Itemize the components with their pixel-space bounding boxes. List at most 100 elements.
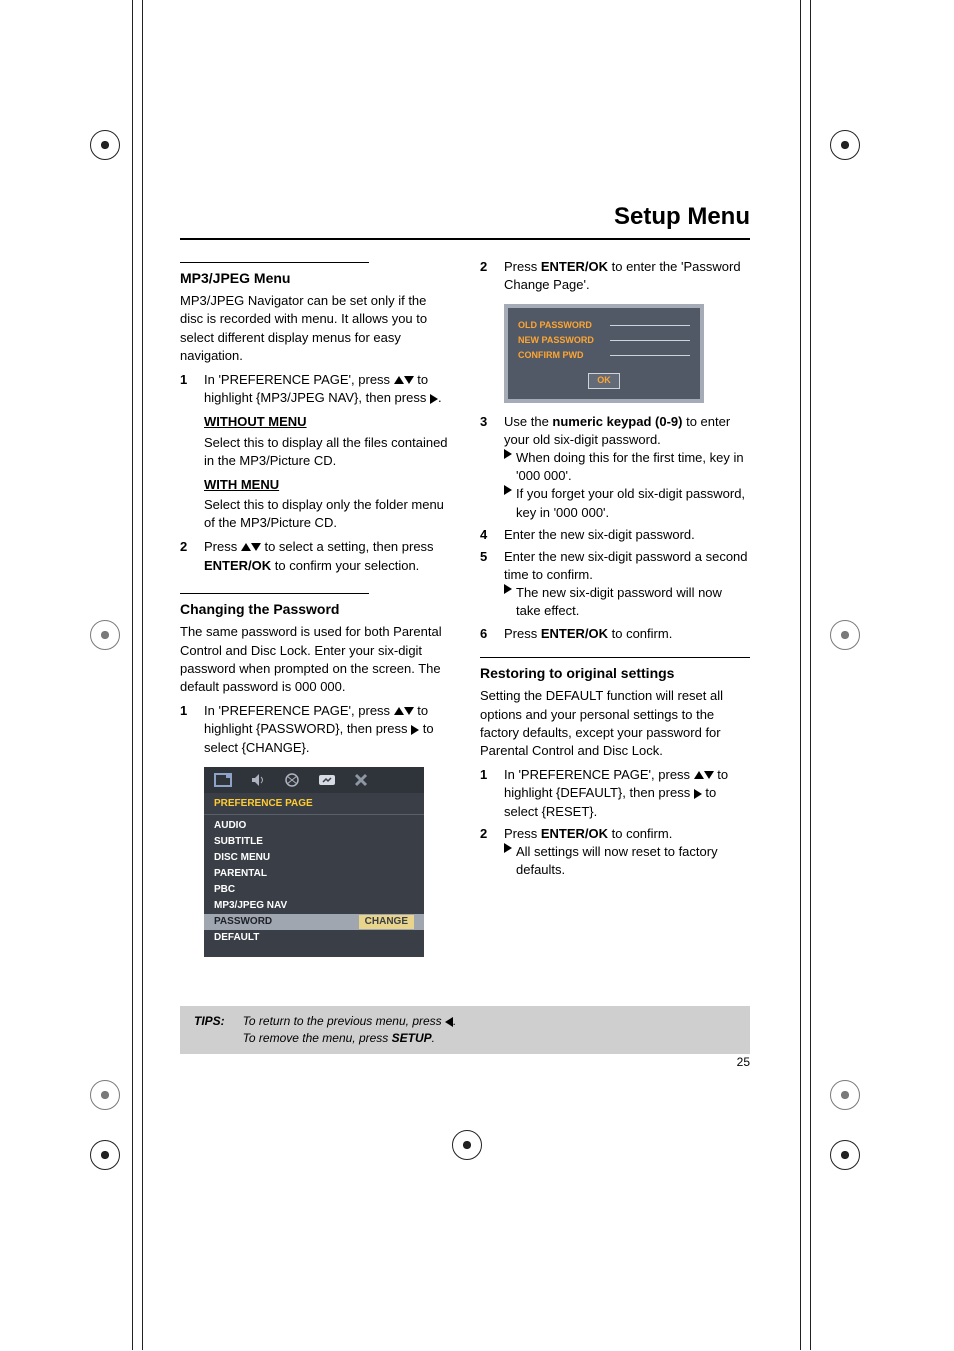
- text-bold: ENTER/OK: [204, 558, 271, 573]
- text: Press: [204, 539, 241, 554]
- ok-button: OK: [588, 373, 620, 389]
- step-6-pw: 6 Press ENTER/OK to confirm.: [480, 625, 750, 643]
- with-menu-heading: WITH MENU: [204, 476, 450, 494]
- tips-bar: TIPS: To return to the previous menu, pr…: [180, 1006, 750, 1054]
- step-5-pw: 5 Enter the new six-digit password a sec…: [480, 548, 750, 621]
- step-number: 6: [480, 625, 494, 643]
- right-arrow-icon: [504, 485, 512, 495]
- registration-mark-icon: [830, 1080, 860, 1110]
- registration-mark-icon: [90, 130, 120, 160]
- step-2-pw: 2 Press ENTER/OK to enter the 'Password …: [480, 258, 750, 294]
- text-bold: numeric keypad (0-9): [552, 414, 682, 429]
- osd-title: PREFERENCE PAGE: [204, 793, 424, 815]
- registration-mark-icon: [90, 1080, 120, 1110]
- step-text: Press ENTER/OK to enter the 'Password Ch…: [504, 258, 750, 294]
- text: to confirm your selection.: [271, 558, 419, 573]
- text: Enter the new six-digit password a secon…: [504, 549, 748, 582]
- down-arrow-icon: [704, 771, 714, 779]
- left-arrow-icon: [445, 1017, 453, 1027]
- video-icon: [284, 773, 300, 787]
- confirm-password-row: CONFIRM PWD: [518, 348, 690, 363]
- text-bold: ENTER/OK: [541, 826, 608, 841]
- step-number: 2: [480, 258, 494, 294]
- osd-row-selected: PASSWORDCHANGE: [204, 914, 424, 930]
- password-change-dialog: OLD PASSWORD NEW PASSWORD CONFIRM PWD OK: [504, 304, 704, 403]
- right-arrow-icon: [430, 394, 438, 404]
- step-text: In 'PREFERENCE PAGE', press to highlight…: [504, 766, 750, 821]
- with-menu-text: Select this to display only the folder m…: [204, 496, 450, 532]
- registration-mark-icon: [90, 620, 120, 650]
- down-arrow-icon: [404, 707, 414, 715]
- registration-mark-icon: [830, 1140, 860, 1170]
- text: All settings will now reset to factory d…: [516, 843, 750, 879]
- osd-row: AUDIO: [204, 818, 424, 834]
- text: Press: [504, 259, 541, 274]
- up-arrow-icon: [394, 707, 404, 715]
- text-bold: ENTER/OK: [541, 259, 608, 274]
- crop-line: [800, 0, 801, 1350]
- text: to confirm.: [608, 626, 672, 641]
- step-number: 4: [480, 526, 494, 544]
- restoring-intro: Setting the DEFAULT function will reset …: [480, 687, 750, 760]
- osd-list: AUDIO SUBTITLE DISC MENU PARENTAL PBC MP…: [204, 815, 424, 949]
- text: to confirm.: [608, 826, 672, 841]
- text: Press: [504, 626, 541, 641]
- text: In 'PREFERENCE PAGE', press: [504, 767, 694, 782]
- step-text: Press ENTER/OK to confirm. All settings …: [504, 825, 750, 880]
- step-text: Use the numeric keypad (0-9) to enter yo…: [504, 413, 750, 522]
- step-number: 1: [180, 702, 194, 757]
- bullet: All settings will now reset to factory d…: [504, 843, 750, 879]
- step-1: 1 In 'PREFERENCE PAGE', press to highlig…: [180, 371, 450, 407]
- text: .: [438, 390, 442, 405]
- step-2-restore: 2 Press ENTER/OK to confirm. All setting…: [480, 825, 750, 880]
- page-content: Setup Menu MP3/JPEG Menu MP3/JPEG Naviga…: [180, 200, 750, 967]
- close-icon: [354, 773, 368, 787]
- step-text: Press ENTER/OK to confirm.: [504, 625, 750, 643]
- right-column: 2 Press ENTER/OK to enter the 'Password …: [480, 254, 750, 967]
- general-icon: [214, 773, 232, 787]
- right-arrow-icon: [504, 584, 512, 594]
- page-title: Setup Menu: [180, 200, 750, 240]
- step-number: 3: [480, 413, 494, 522]
- text: .: [432, 1031, 435, 1045]
- down-arrow-icon: [251, 543, 261, 551]
- tips-line-1: To return to the previous menu, press .: [243, 1013, 457, 1030]
- osd-row: DEFAULT: [204, 930, 424, 946]
- step-4-pw: 4 Enter the new six-digit password.: [480, 526, 750, 544]
- text: to select a setting, then press: [261, 539, 434, 554]
- right-arrow-icon: [694, 789, 702, 799]
- without-menu-text: Select this to display all the files con…: [204, 434, 450, 470]
- osd-row: MP3/JPEG NAV: [204, 898, 424, 914]
- step-1-restore: 1 In 'PREFERENCE PAGE', press to highlig…: [480, 766, 750, 821]
- up-arrow-icon: [694, 771, 704, 779]
- page-number: 25: [180, 1054, 750, 1071]
- tips-line-2: To remove the menu, press SETUP.: [243, 1030, 457, 1047]
- step-1-pw: 1 In 'PREFERENCE PAGE', press to highlig…: [180, 702, 450, 757]
- ok-button-row: OK: [518, 373, 690, 389]
- crop-line: [142, 0, 143, 1350]
- registration-mark-icon: [452, 1130, 474, 1152]
- mp3-jpeg-intro: MP3/JPEG Navigator can be set only if th…: [180, 292, 450, 365]
- text: In 'PREFERENCE PAGE', press: [204, 703, 394, 718]
- bullet: The new six-digit password will now take…: [504, 584, 750, 620]
- step-number: 5: [480, 548, 494, 621]
- old-password-row: OLD PASSWORD: [518, 318, 690, 333]
- crop-line: [132, 0, 133, 1350]
- crop-line: [810, 0, 811, 1350]
- step-2: 2 Press to select a setting, then press …: [180, 538, 450, 574]
- left-column: MP3/JPEG Menu MP3/JPEG Navigator can be …: [180, 254, 450, 967]
- preference-page-osd: PREFERENCE PAGE AUDIO SUBTITLE DISC MENU…: [204, 767, 424, 957]
- text: To remove the menu, press: [243, 1031, 392, 1045]
- text-bold: SETUP: [392, 1031, 432, 1045]
- step-text: Enter the new six-digit password a secon…: [504, 548, 750, 621]
- text: Press: [504, 826, 541, 841]
- down-arrow-icon: [404, 376, 414, 384]
- up-arrow-icon: [241, 543, 251, 551]
- step-number: 2: [180, 538, 194, 574]
- audio-icon: [250, 773, 266, 787]
- right-arrow-icon: [504, 449, 512, 459]
- osd-row: PBC: [204, 882, 424, 898]
- right-arrow-icon: [411, 725, 419, 735]
- osd-row: DISC MENU: [204, 850, 424, 866]
- restoring-heading: Restoring to original settings: [480, 664, 750, 684]
